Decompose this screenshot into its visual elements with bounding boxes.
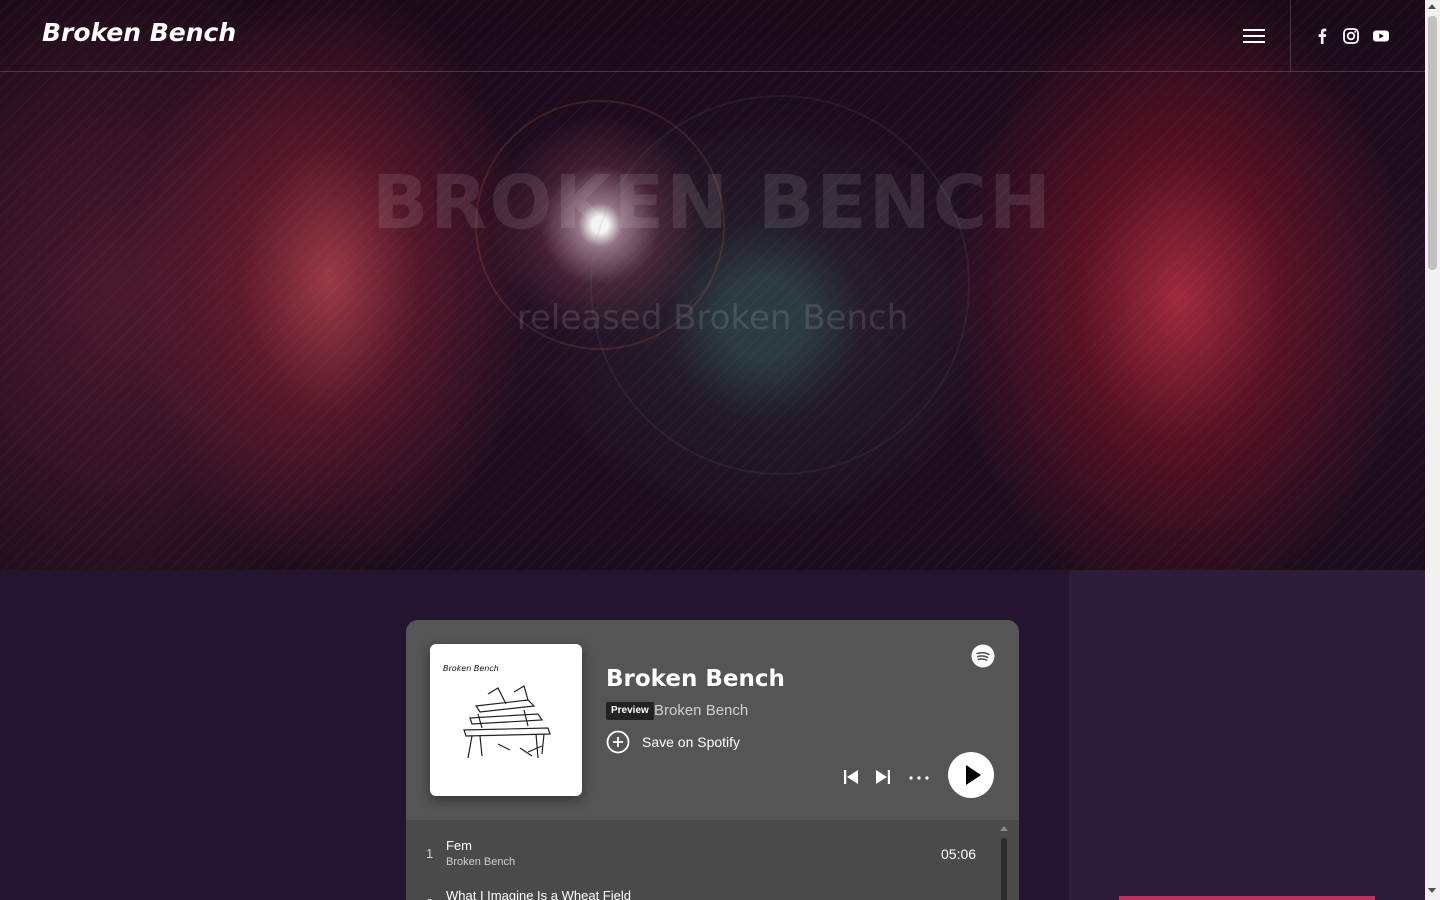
save-on-spotify-button[interactable]: Save on Spotify	[606, 730, 740, 754]
cover-text: Broken Bench	[443, 664, 499, 673]
page-scroll-up-arrow[interactable]	[1428, 4, 1436, 9]
page-scroll-down-arrow[interactable]	[1428, 888, 1436, 893]
hero-title: BROKEN BENCH	[371, 160, 1053, 246]
previous-track-icon[interactable]	[842, 768, 860, 786]
site-header: Broken Bench	[0, 0, 1425, 72]
hamburger-menu-icon[interactable]	[1240, 25, 1268, 47]
list-scroll-up-arrow[interactable]	[1000, 826, 1008, 831]
track-number: 1	[426, 846, 434, 861]
hero-subtitle: released Broken Bench	[516, 298, 909, 338]
bench-illustration	[463, 685, 551, 759]
track-row[interactable]: 1 Fem Broken Bench 05:06	[406, 820, 996, 868]
site-logo[interactable]: Broken Bench	[42, 18, 236, 47]
spotify-embed: Broken Bench Broken Bench Preview Broken…	[406, 620, 1019, 900]
hero-banner: BROKEN BENCH released Broken Bench	[0, 0, 1425, 570]
play-button[interactable]	[948, 752, 994, 798]
artist-name[interactable]: Broken Bench	[654, 702, 748, 720]
track-number: 2	[426, 896, 433, 900]
page-scrollbar-thumb[interactable]	[1428, 16, 1437, 270]
track-title: Fem	[446, 838, 472, 853]
preview-badge: Preview	[606, 702, 654, 720]
track-artist: Broken Bench	[446, 856, 516, 868]
lens-flare	[590, 95, 970, 475]
next-track-icon[interactable]	[874, 768, 892, 786]
track-title: What I Imagine Is a Wheat Field	[446, 888, 631, 900]
spotify-logo-icon[interactable]	[971, 644, 995, 668]
more-options-icon[interactable]	[908, 770, 930, 786]
sidebar-panel	[1069, 570, 1425, 900]
track-row[interactable]: 2 What I Imagine Is a Wheat Field	[406, 870, 996, 900]
youtube-icon[interactable]	[1371, 26, 1391, 46]
header-divider	[1290, 0, 1291, 71]
sidebar-accent-bar	[1119, 896, 1375, 900]
track-duration: 05:06	[941, 846, 977, 862]
list-scrollbar-thumb[interactable]	[1001, 838, 1007, 900]
facebook-icon[interactable]	[1312, 26, 1332, 46]
instagram-icon[interactable]	[1341, 26, 1361, 46]
track-list: 1 Fem Broken Bench 05:06 2 What I Imagin…	[406, 820, 1019, 900]
album-cover[interactable]: Broken Bench	[430, 644, 582, 796]
plus-circle-icon	[606, 730, 630, 754]
save-label: Save on Spotify	[642, 734, 741, 750]
embed-header: Broken Bench Broken Bench Preview Broken…	[406, 620, 1019, 820]
album-title[interactable]: Broken Bench	[606, 666, 785, 692]
